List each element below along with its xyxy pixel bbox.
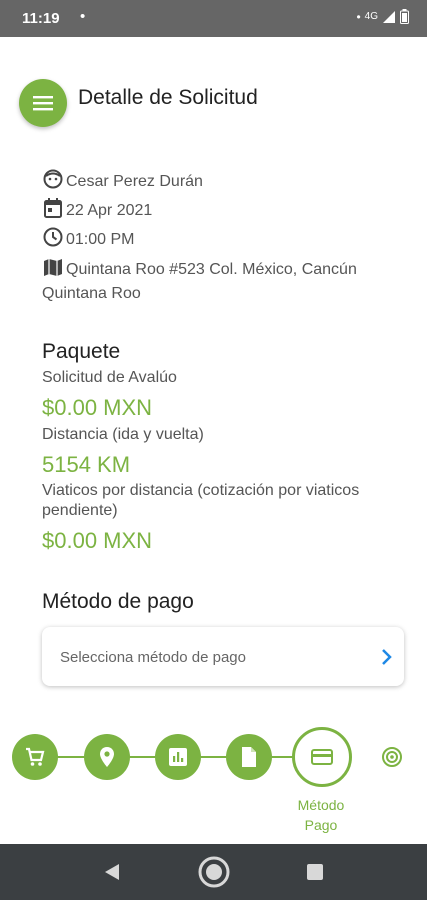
- battery-icon: [400, 9, 409, 24]
- calendar-icon: [44, 198, 62, 218]
- cart-icon: [26, 747, 45, 766]
- radar-icon: [382, 747, 402, 767]
- document-icon: [242, 747, 256, 767]
- credit-card-icon: [311, 749, 333, 765]
- signal-icon: [383, 10, 395, 23]
- distance-label: Distancia (ida y vuelta): [42, 426, 204, 443]
- package-title: Paquete: [42, 340, 121, 363]
- distance-value: 5154 KM: [42, 452, 131, 477]
- status-time: 11:19: [22, 10, 60, 27]
- request-date: 22 Apr 2021: [66, 202, 153, 219]
- client-name: Cesar Perez Durán: [66, 173, 203, 190]
- home-icon[interactable]: [197, 855, 231, 889]
- clock-icon: [43, 227, 63, 247]
- step-cart[interactable]: [12, 734, 58, 780]
- page-title: Detalle de Solicitud: [78, 86, 258, 109]
- face-icon: [43, 169, 63, 189]
- payment-title: Método de pago: [42, 590, 194, 613]
- address-line-2: Quintana Roo: [42, 285, 141, 302]
- status-dot-small: •: [356, 9, 361, 24]
- travel-expense-label: Viaticos por distancia (cotización por v…: [42, 482, 360, 499]
- location-pin-icon: [100, 747, 114, 767]
- status-icons: • 4G: [356, 9, 409, 24]
- active-step-label: Método Pago: [276, 795, 366, 835]
- step-payment-active[interactable]: [292, 727, 352, 787]
- system-nav-bar: [0, 844, 427, 900]
- payment-method-select[interactable]: Selecciona método de pago: [42, 627, 404, 686]
- step-location[interactable]: [84, 734, 130, 780]
- step-next[interactable]: [378, 743, 406, 771]
- appraisal-label: Solicitud de Avalúo: [42, 369, 177, 386]
- network-type: 4G: [364, 11, 378, 22]
- address-line-1: Quintana Roo #523 Col. México, Cancún: [66, 261, 357, 278]
- notification-dot: •: [80, 8, 86, 25]
- request-time: 01:00 PM: [66, 231, 135, 248]
- travel-expense-label-cont: pendiente): [42, 502, 118, 519]
- step-document[interactable]: [226, 734, 272, 780]
- chevron-right-icon: [382, 649, 392, 665]
- client-row: Cesar Perez Durán: [42, 168, 203, 191]
- active-step-label-line-2: Pago: [304, 817, 338, 833]
- hamburger-icon: [33, 96, 53, 111]
- menu-button[interactable]: [19, 79, 67, 127]
- status-bar: 11:19 • • 4G: [0, 0, 427, 37]
- chart-icon: [169, 748, 187, 766]
- back-icon[interactable]: [102, 862, 122, 882]
- address-row: Quintana Roo #523 Col. México, Cancún: [42, 256, 357, 279]
- travel-expense-value: $0.00 MXN: [42, 528, 153, 553]
- date-row: 22 Apr 2021: [42, 197, 152, 220]
- step-chart[interactable]: [155, 734, 201, 780]
- appraisal-value: $0.00 MXN: [42, 395, 153, 420]
- time-row: 01:00 PM: [42, 226, 134, 249]
- active-step-label-line-1: Método: [297, 797, 345, 813]
- map-icon: [44, 259, 62, 276]
- recents-icon[interactable]: [306, 863, 324, 881]
- payment-method-placeholder: Selecciona método de pago: [60, 649, 246, 666]
